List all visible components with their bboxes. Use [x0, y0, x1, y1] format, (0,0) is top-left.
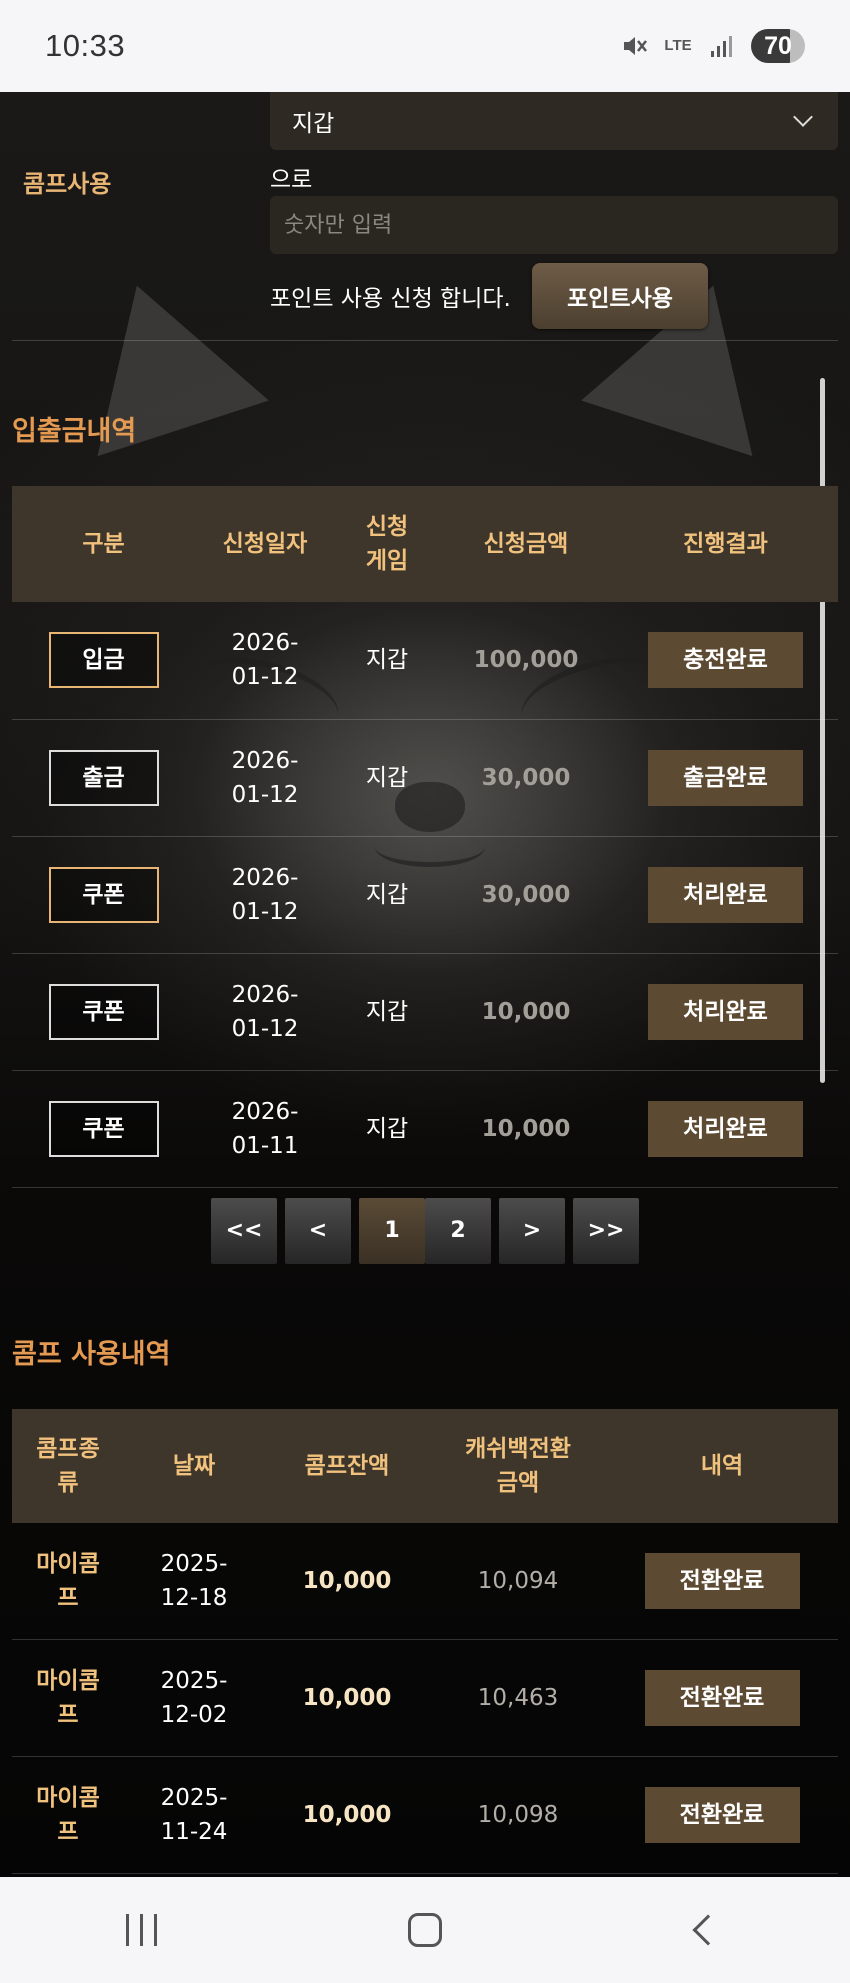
page-last-button[interactable]: >>	[573, 1197, 639, 1264]
back-icon[interactable]	[668, 1900, 748, 1960]
amount-cell: 100,000	[439, 602, 613, 720]
battery-level: 70	[764, 31, 792, 60]
game-cell: 지갑	[335, 953, 439, 1071]
chevron-down-icon	[793, 107, 813, 127]
comp-kind-cell: 마이콤 프	[12, 1756, 124, 1874]
apply-text: 포인트 사용 신청 합니다.	[270, 286, 511, 312]
type-badge: 쿠폰	[48, 983, 159, 1040]
comp-balance-cell: 10,000	[264, 1756, 430, 1874]
comp-use-form: 콤프사용 지갑 으로 포인트 사용 신청 합니다. 포인트사용	[12, 92, 838, 341]
amount-cell: 10,000	[439, 1070, 613, 1188]
type-badge: 입금	[48, 632, 159, 689]
status-badge: 처리완료	[648, 1100, 803, 1157]
date-cell: 2026- 01-12	[195, 602, 335, 720]
clock: 10:33	[45, 28, 126, 63]
deposit-history-title: 입출금내역	[12, 416, 137, 447]
wallet-select[interactable]: 지갑	[270, 92, 838, 150]
recent-apps-icon[interactable]	[102, 1900, 182, 1960]
table-row: 쿠폰 2026- 01-12 지갑 10,000 처리완료	[12, 953, 838, 1071]
status-badge: 출금완료	[648, 749, 803, 806]
header-type: 구분	[82, 531, 125, 557]
header-comp-kind: 콤프종 류	[36, 1435, 100, 1496]
point-use-button[interactable]: 포인트사용	[532, 263, 708, 329]
lte-icon: LTE	[663, 31, 693, 61]
status-bar: 10:33 LTE 70	[0, 0, 850, 92]
status-badge: 전환완료	[644, 1787, 800, 1843]
date-cell: 2025- 12-02	[124, 1639, 264, 1757]
amount-cell: 30,000	[439, 836, 613, 954]
page-first-button[interactable]: <<	[211, 1197, 277, 1264]
battery-icon: 70	[751, 29, 805, 63]
header-detail: 내역	[700, 1452, 744, 1479]
game-cell: 지갑	[335, 719, 439, 837]
home-icon[interactable]	[385, 1900, 465, 1960]
date-cell: 2025- 12-18	[124, 1522, 264, 1640]
page-next-button[interactable]: >	[499, 1197, 565, 1264]
date-cell: 2026- 01-11	[195, 1070, 335, 1188]
table-row: 출금 2026- 01-12 지갑 30,000 출금완료	[12, 719, 838, 837]
date-cell: 2026- 01-12	[195, 719, 335, 837]
header-cashback: 캐쉬백전환 금액	[465, 1435, 571, 1496]
comp-history-table: 콤프종 류 날짜 콤프잔액 캐쉬백전환 금액 내역 마이콤 프 2025- 12…	[12, 1408, 838, 1874]
status-badge: 전환완료	[644, 1552, 800, 1609]
deposit-history-table: 구분 신청일자 신청 게임 신청금액 진행결과 입금 2026- 01-12 지…	[12, 486, 838, 1188]
wallet-select-value: 지갑	[292, 111, 335, 137]
status-badge: 처리완료	[648, 866, 803, 923]
table-header-row: 콤프종 류 날짜 콤프잔액 캐쉬백전환 금액 내역	[12, 1408, 838, 1523]
mute-icon	[619, 31, 649, 61]
header-date: 신청일자	[222, 531, 308, 557]
status-badge: 처리완료	[648, 983, 803, 1040]
header-comp-balance: 콤프잔액	[304, 1452, 390, 1479]
status-badge: 충전완료	[648, 632, 803, 689]
type-badge: 출금	[48, 749, 159, 806]
header-amount: 신청금액	[483, 531, 569, 557]
header-game: 신청 게임	[365, 514, 409, 574]
pagination: << < 1 2 > >>	[0, 1197, 850, 1264]
comp-history-title: 콤프 사용내역	[12, 1338, 171, 1370]
date-cell: 2025- 11-24	[124, 1756, 264, 1874]
type-badge: 쿠폰	[48, 1100, 159, 1157]
header-date: 날짜	[172, 1452, 216, 1479]
game-cell: 지갑	[335, 836, 439, 954]
table-row: 쿠폰 2026- 01-11 지갑 10,000 처리완료	[12, 1070, 838, 1188]
page-prev-button[interactable]: <	[285, 1197, 351, 1264]
amount-cell: 10,000	[439, 953, 613, 1071]
cashback-cell: 10,098	[430, 1756, 606, 1874]
game-cell: 지갑	[335, 602, 439, 720]
comp-balance-cell: 10,000	[264, 1639, 430, 1757]
page-1-button[interactable]: 1	[359, 1197, 425, 1264]
table-header-row: 구분 신청일자 신청 게임 신청금액 진행결과	[12, 486, 838, 602]
header-result: 진행결과	[683, 531, 768, 557]
date-cell: 2026- 01-12	[195, 953, 335, 1071]
table-row: 마이콤 프 2025- 12-18 10,000 10,094 전환완료	[12, 1522, 838, 1640]
amount-input[interactable]	[270, 196, 838, 254]
comp-kind-cell: 마이콤 프	[12, 1522, 124, 1640]
amount-cell: 30,000	[439, 719, 613, 837]
comp-use-label: 콤프사용	[23, 170, 112, 198]
type-badge: 쿠폰	[48, 866, 159, 923]
status-badge: 전환완료	[644, 1670, 800, 1726]
game-cell: 지갑	[335, 1070, 439, 1188]
table-row: 마이콤 프 2025- 12-02 10,000 10,463 전환완료	[12, 1639, 838, 1757]
table-row: 마이콤 프 2025- 11-24 10,000 10,098 전환완료	[12, 1756, 838, 1874]
system-nav-bar	[0, 1877, 850, 1983]
cashback-cell: 10,094	[430, 1522, 606, 1640]
comp-kind-cell: 마이콤 프	[12, 1639, 124, 1757]
status-icons: LTE 70	[619, 29, 805, 63]
comp-balance-cell: 10,000	[264, 1522, 430, 1640]
main-content: 콤프사용 지갑 으로 포인트 사용 신청 합니다. 포인트사용 입출금내역 구분…	[0, 92, 850, 1874]
cashback-cell: 10,463	[430, 1639, 606, 1757]
to-text: 으로	[270, 167, 313, 193]
signal-icon	[707, 31, 737, 61]
table-row: 쿠폰 2026- 01-12 지갑 30,000 처리완료	[12, 836, 838, 954]
table-row: 입금 2026- 01-12 지갑 100,000 충전완료	[12, 602, 838, 720]
date-cell: 2026- 01-12	[195, 836, 335, 954]
page-2-button[interactable]: 2	[425, 1197, 491, 1264]
network-label: LTE	[664, 37, 692, 54]
